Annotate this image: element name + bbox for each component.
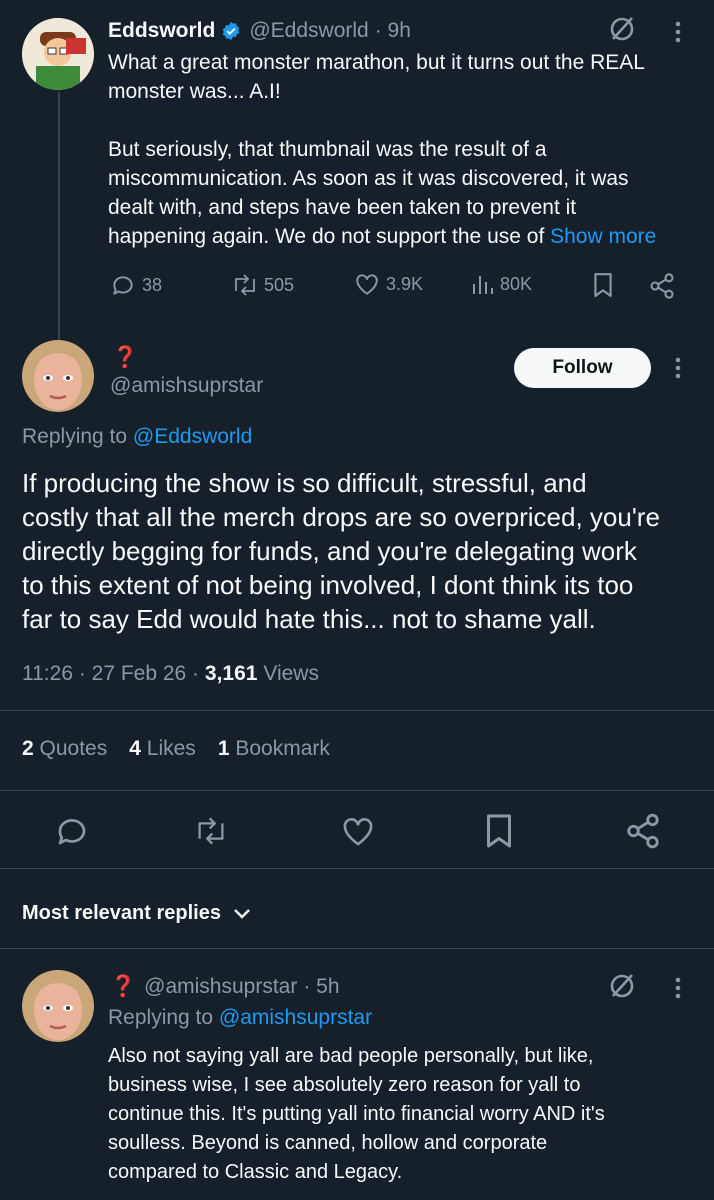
reply-tweet-text: Also not saying yall are bad people pers… xyxy=(108,1042,704,1187)
more-icon[interactable] xyxy=(674,356,682,380)
reply-text-line: soulless. Beyond is canned, hollow and c… xyxy=(108,1132,548,1154)
main-display-name[interactable]: ❓ xyxy=(112,346,138,370)
tweet-timestamp[interactable]: 11:26 · 27 Feb 26 · xyxy=(22,662,199,685)
views-count: 80K xyxy=(500,273,533,294)
reply-display-name[interactable]: ❓ xyxy=(110,975,136,999)
main-body-line: costly that all the merch drops are so o… xyxy=(22,502,660,532)
quotes-count: 2 xyxy=(22,737,34,760)
main-body-line: far to say Edd would hate this... not to… xyxy=(22,604,596,634)
likes-label: Likes xyxy=(146,737,196,760)
replying-to: Replying to @Eddsworld xyxy=(22,425,252,449)
engagement-stats: 2 Quotes 4 Likes 1 Bookmark xyxy=(22,737,330,761)
repost-action[interactable]: 505 xyxy=(230,272,294,298)
divider xyxy=(0,790,714,791)
views-label: Views xyxy=(263,662,319,685)
main-body-line: to this extent of not being involved, I … xyxy=(22,570,634,600)
divider xyxy=(0,710,714,711)
like-icon[interactable] xyxy=(340,815,376,847)
repost-count: 505 xyxy=(264,274,295,295)
parent-tweet-text: What a great monster marathon, but it tu… xyxy=(108,48,698,251)
reply-text-line: Also not saying yall are bad people pers… xyxy=(108,1045,594,1067)
reply-text-line: continue this. It's putting yall into fi… xyxy=(108,1103,605,1125)
bookmark-icon[interactable] xyxy=(592,272,614,298)
quotes-label: Quotes xyxy=(39,737,108,760)
like-action[interactable]: 3.9K xyxy=(354,272,423,296)
bookmarks-label: Bookmark xyxy=(235,737,330,760)
replies-sort-dropdown[interactable]: Most relevant replies xyxy=(22,902,251,925)
parent-text-line: monster was... A.I! xyxy=(108,80,281,103)
views-number: 3,161 xyxy=(204,662,258,685)
reply-action[interactable]: 38 xyxy=(110,272,162,298)
quotes-stat[interactable]: 2 Quotes xyxy=(22,737,107,761)
chevron-down-icon xyxy=(233,908,251,920)
grok-icon[interactable] xyxy=(608,972,636,1000)
replying-to-handle[interactable]: @amishsuprstar xyxy=(219,1006,372,1029)
bookmarks-stat[interactable]: 1 Bookmark xyxy=(218,737,330,761)
views-action[interactable]: 80K xyxy=(470,272,532,296)
replying-to-prefix: Replying to xyxy=(22,425,128,448)
views-icon xyxy=(470,272,494,296)
avatar-eddsworld[interactable] xyxy=(22,18,94,90)
bookmarks-count: 1 xyxy=(217,737,230,760)
main-handle[interactable]: @amishsuprstar xyxy=(110,374,263,398)
reply-icon[interactable] xyxy=(54,813,90,849)
reply-icon xyxy=(110,272,136,298)
avatar-amishsuprstar[interactable] xyxy=(22,340,94,412)
reply-handle[interactable]: @amishsuprstar xyxy=(144,975,297,999)
replies-sort-label: Most relevant replies xyxy=(22,902,221,924)
avatar-amishsuprstar[interactable] xyxy=(22,970,94,1042)
reply-replying-to: Replying to @amishsuprstar xyxy=(108,1006,372,1030)
grok-icon[interactable] xyxy=(608,15,636,43)
likes-stat[interactable]: 4 Likes xyxy=(129,737,196,761)
more-icon[interactable] xyxy=(674,20,682,44)
parent-text-line: But seriously, that thumbnail was the re… xyxy=(108,138,547,161)
reply-text-line: business wise, I see absolutely zero rea… xyxy=(108,1074,581,1096)
main-body-line: If producing the show is so difficult, s… xyxy=(22,468,587,498)
main-tweet-body: If producing the show is so difficult, s… xyxy=(22,466,702,636)
parent-text-line: happening again. We do not support the u… xyxy=(108,225,545,248)
divider xyxy=(0,948,714,949)
parent-handle[interactable]: @Eddsworld xyxy=(249,19,368,43)
parent-text-line: miscommunication. As soon as it was disc… xyxy=(108,167,629,190)
parent-display-name[interactable]: Eddsworld xyxy=(108,19,215,43)
divider xyxy=(0,868,714,869)
like-icon xyxy=(354,272,380,296)
replying-to-prefix: Replying to xyxy=(108,1006,214,1029)
like-count: 3.9K xyxy=(386,273,424,294)
verified-badge-icon xyxy=(221,21,241,41)
bookmark-icon[interactable] xyxy=(484,813,514,849)
reply-text-line: compared to Classic and Legacy. xyxy=(108,1161,403,1183)
reply-count: 38 xyxy=(142,274,163,295)
parent-time[interactable]: · 9h xyxy=(375,19,411,43)
main-body-line: directly begging for funds, and you're d… xyxy=(22,536,637,566)
thread-line xyxy=(58,92,60,357)
follow-button[interactable]: Follow xyxy=(514,348,651,388)
share-icon[interactable] xyxy=(648,272,676,300)
parent-text-line: What a great monster marathon, but it tu… xyxy=(108,51,645,74)
repost-icon xyxy=(230,272,260,298)
replying-to-handle[interactable]: @Eddsworld xyxy=(133,425,252,448)
more-icon[interactable] xyxy=(674,976,682,1000)
share-icon[interactable] xyxy=(624,812,662,850)
tweet-meta: 11:26 · 27 Feb 26 · 3,161 Views xyxy=(22,662,319,686)
parent-text-line: dealt with, and steps have been taken to… xyxy=(108,196,577,219)
follow-button-label: Follow xyxy=(552,357,613,378)
reply-time[interactable]: · 5h xyxy=(303,975,339,999)
show-more-link[interactable]: Show more xyxy=(550,225,656,248)
likes-count: 4 xyxy=(129,737,141,760)
repost-icon[interactable] xyxy=(192,814,230,848)
